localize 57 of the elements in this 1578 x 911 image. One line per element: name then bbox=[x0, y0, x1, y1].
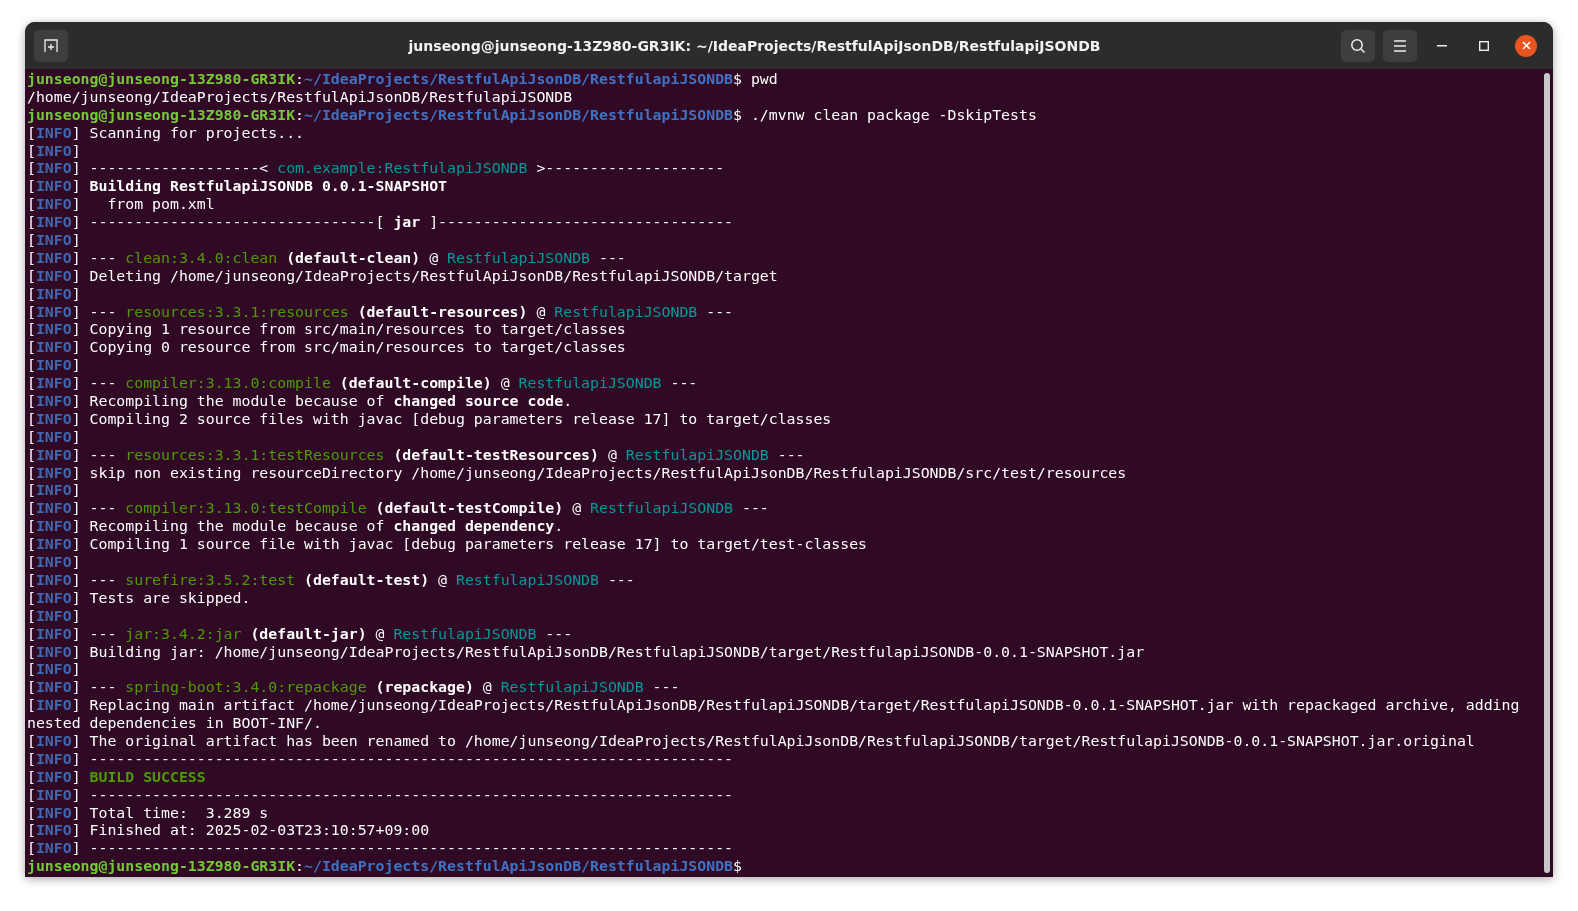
terminal-line: junseong@junseong-13Z980-GR3IK:~/IdeaProjects/RestfulApiJsonDB/RestfulapiJSONDB$ bbox=[27, 858, 743, 877]
terminal-line: [INFO] bbox=[27, 232, 82, 250]
terminal-line: [INFO] Finished at: 2025-02-03T23:10:57+09:00 bbox=[27, 822, 431, 841]
terminal-line: [INFO] skip non existing resourceDirectory /home/junseong/IdeaProjects/RestfulApiJsonDB/RestfulapiJSONDB/src/test/resources bbox=[27, 464, 1128, 483]
terminal-line: [INFO] bbox=[27, 482, 82, 501]
terminal-line: [INFO] --- jar:3.4.2:jar (default-jar) @ RestfulapiJSONDB --- bbox=[27, 625, 574, 644]
terminal-line: [INFO] --- clean:3.4.0:clean (default-clean) @ RestfulapiJSONDB --- bbox=[27, 249, 627, 268]
terminal-line: [INFO] The original artifact has been renamed to /home/junseong/IdeaProjects/RestfulApiJsonDB/RestfulapiJSONDB/target/RestfulapiJSONDB-0.0.1-SNAPSHOT.jar.original bbox=[27, 732, 1476, 751]
terminal-line: [INFO] Compiling 1 source file with javac [debug parameters release 17] to target/test-classes bbox=[27, 536, 869, 555]
terminal-line: [INFO] ------------------------------------------------------------------------ bbox=[27, 840, 734, 859]
terminal-line: [INFO] BUILD SUCCESS bbox=[27, 768, 207, 787]
terminal-line: [INFO] Deleting /home/junseong/IdeaProjects/RestfulApiJsonDB/RestfulapiJSONDB/target bbox=[27, 267, 779, 286]
terminal-line: nested dependencies in BOOT-INF/. bbox=[27, 715, 323, 733]
terminal-line: [INFO] bbox=[27, 607, 82, 626]
new-tab-button[interactable] bbox=[34, 29, 68, 62]
menu-button[interactable] bbox=[1383, 29, 1417, 62]
terminal-line: [INFO] bbox=[27, 285, 82, 304]
terminal-line: [INFO] Recompiling the module because of changed source code. bbox=[27, 393, 574, 411]
minimize-icon bbox=[1437, 44, 1447, 47]
terminal-line: [INFO] --- compiler:3.13.0:testCompile (default-testCompile) @ RestfulapiJSONDB --- bbox=[27, 500, 770, 519]
scrollbar-thumb[interactable] bbox=[1544, 73, 1550, 873]
terminal-line: [INFO] Total time: 3.289 s bbox=[27, 804, 270, 823]
terminal-line: [INFO] Copying 1 resource from src/main/resources to target/classes bbox=[27, 321, 627, 340]
terminal-line: [INFO] Replacing main artifact /home/junseong/IdeaProjects/RestfulApiJsonDB/RestfulapiJSONDB/target/RestfulapiJSONDB-0.0.1-SNAPSHOT.jar with repackaged archive, adding bbox=[27, 697, 1521, 716]
terminal-line: [INFO] bbox=[27, 428, 82, 447]
terminal-line: [INFO] Building RestfulapiJSONDB 0.0.1-SNAPSHOT bbox=[27, 178, 449, 197]
maximize-icon bbox=[1479, 40, 1489, 51]
terminal-line: [INFO] ------------------------------------------------------------------------ bbox=[27, 786, 734, 805]
terminal-line: [INFO] from pom.xml bbox=[27, 196, 216, 215]
close-button[interactable] bbox=[1515, 34, 1537, 57]
terminal-line: junseong@junseong-13Z980-GR3IK:~/IdeaProjects/RestfulApiJsonDB/RestfulapiJSONDB$ pwd bbox=[27, 71, 779, 89]
terminal-line: [INFO] --- compiler:3.13.0:compile (default-compile) @ RestfulapiJSONDB --- bbox=[27, 375, 699, 394]
new-tab-icon bbox=[44, 38, 58, 53]
terminal-line: [INFO] bbox=[27, 142, 82, 161]
terminal-line: [INFO] bbox=[27, 661, 82, 680]
terminal-line: [INFO] bbox=[27, 357, 82, 376]
terminal-line: [INFO] --- resources:3.3.1:resources (default-resources) @ RestfulapiJSONDB --- bbox=[27, 303, 735, 322]
terminal-line: /home/junseong/IdeaProjects/RestfulApiJsonDB/RestfulapiJSONDB bbox=[27, 88, 574, 107]
search-button[interactable] bbox=[1341, 29, 1375, 62]
terminal-line: [INFO] Building jar: /home/junseong/IdeaProjects/RestfulApiJsonDB/RestfulapiJSONDB/target/RestfulapiJSONDB-0.0.1-SNAPSHOT.jar bbox=[27, 643, 1146, 662]
terminal-line: [INFO] -------------------< com.example:RestfulapiJSONDB >-------------------- bbox=[27, 160, 726, 179]
terminal-line: [INFO] Compiling 2 source files with javac [debug parameters release 17] to target/classes bbox=[27, 410, 833, 429]
window-title: junseong@junseong-13Z980-GR3IK: ~/IdeaProjects/RestfulApiJsonDB/RestfulapiJSONDB bbox=[407, 37, 1102, 54]
terminal-line: [INFO] --- resources:3.3.1:testResources (default-testResources) @ RestfulapiJSONDB --- bbox=[27, 446, 806, 465]
terminal-line: [INFO] Scanning for projects... bbox=[27, 124, 306, 143]
menu-icon bbox=[1393, 39, 1407, 52]
terminal-line: junseong@junseong-13Z980-GR3IK:~/IdeaProjects/RestfulApiJsonDB/RestfulapiJSONDB$ ./mvnw clean package -DskipTests bbox=[27, 106, 1038, 125]
terminal-line: [INFO] Recompiling the module because of changed dependency. bbox=[27, 518, 565, 537]
terminal-line: [INFO] Copying 0 resource from src/main/resources to target/classes bbox=[27, 339, 627, 358]
search-icon bbox=[1350, 37, 1366, 54]
terminal-line: [INFO] --------------------------------[ jar ]--------------------------------- bbox=[27, 214, 735, 232]
close-icon bbox=[1521, 41, 1531, 50]
terminal-line: [INFO] bbox=[27, 554, 82, 572]
terminal-line: [INFO] --- spring-boot:3.4.0:repackage (repackage) @ RestfulapiJSONDB --- bbox=[27, 679, 681, 698]
terminal-line: [INFO] Tests are skipped. bbox=[27, 589, 252, 608]
terminal-line: [INFO] ------------------------------------------------------------------------ bbox=[27, 750, 734, 769]
terminal-line: [INFO] --- surefire:3.5.2:test (default-test) @ RestfulapiJSONDB --- bbox=[27, 571, 636, 590]
